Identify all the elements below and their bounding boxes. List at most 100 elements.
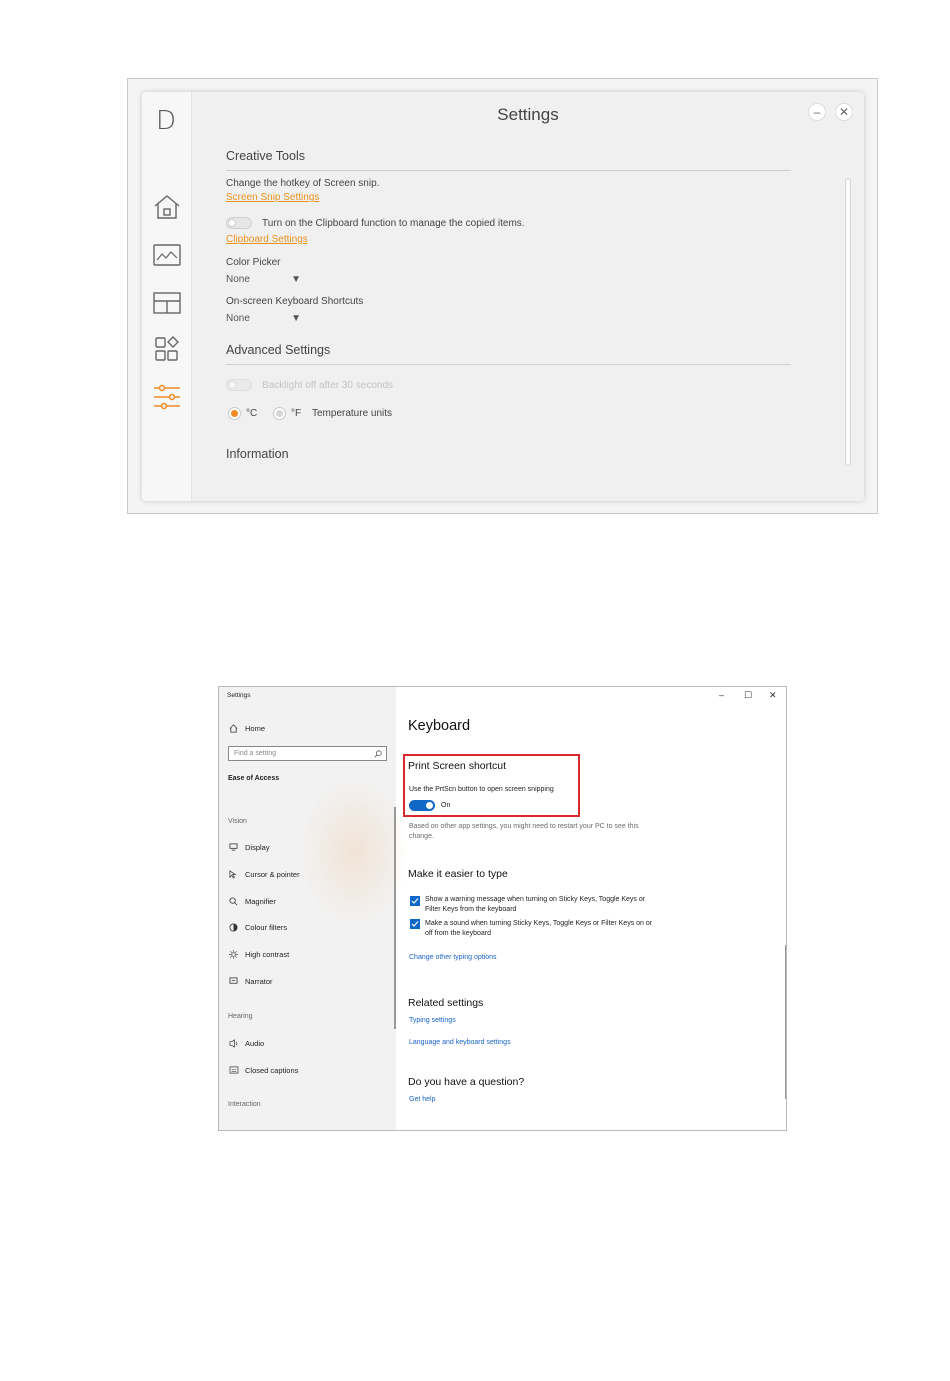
toggle-knob: [426, 802, 433, 809]
sidebar-item-closed-captions[interactable]: Closed captions: [228, 1064, 298, 1076]
maximize-button[interactable]: ☐: [744, 690, 752, 701]
colour-filter-icon: [229, 922, 238, 932]
close-button[interactable]: ✕: [835, 103, 853, 121]
nav-layout[interactable]: [151, 287, 183, 319]
osk-select[interactable]: None ▼: [226, 313, 301, 324]
window-title: Settings: [497, 105, 559, 124]
screen-snip-settings-link[interactable]: Screen Snip Settings: [226, 192, 319, 203]
group-interaction: Interaction: [228, 1101, 261, 1108]
sidebar-item-cursor[interactable]: Cursor & pointer: [228, 868, 300, 880]
information-heading: Information: [226, 447, 289, 461]
clipboard-settings-link[interactable]: Clipboard Settings: [226, 234, 308, 245]
home-icon: [229, 723, 238, 733]
sound-checkbox[interactable]: [410, 919, 420, 929]
sidebar-item-label: Display: [245, 842, 270, 852]
warning-checkbox-label: Show a warning message when turning on S…: [425, 896, 646, 913]
sidebar-item-colour-filters[interactable]: Colour filters: [228, 921, 287, 933]
sidebar-item-label: Colour filters: [245, 922, 288, 932]
osk-label: On-screen Keyboard Shortcuts: [226, 296, 364, 307]
sidebar-item-label: Home: [245, 723, 266, 733]
advanced-settings-heading: Advanced Settings: [226, 343, 791, 365]
search-icon: [374, 750, 382, 758]
narrator-icon: [229, 977, 238, 984]
layout-icon: [153, 292, 181, 314]
nav-photo[interactable]: [151, 239, 183, 271]
sidebar-item-label: Audio: [245, 1038, 265, 1048]
cursor-icon: [229, 869, 237, 879]
dropdown-arrow-icon: ▼: [291, 313, 301, 324]
temperature-units-label: Temperature units: [312, 408, 393, 419]
toggle-knob: [228, 219, 236, 227]
backlight-toggle[interactable]: [226, 379, 252, 391]
sidebar-item-high-contrast[interactable]: High contrast: [228, 948, 289, 960]
fahrenheit-radio[interactable]: [273, 407, 286, 420]
sidebar-item-label: High contrast: [245, 949, 290, 959]
minimize-button[interactable]: –: [808, 103, 826, 121]
question-heading: Do you have a question?: [408, 1076, 525, 1088]
sidebar-item-label: Magnifier: [245, 896, 276, 906]
sidebar-item-label: Narrator: [245, 976, 273, 986]
sidebar-item-magnifier[interactable]: Magnifier: [228, 895, 276, 907]
minimize-button[interactable]: –: [719, 690, 724, 700]
toggle-knob: [228, 381, 236, 389]
color-picker-select[interactable]: None ▼: [226, 274, 301, 285]
checkmark-icon: [411, 898, 419, 904]
photo-icon: [153, 244, 181, 266]
get-help-link[interactable]: Get help: [409, 1096, 435, 1103]
nav-rail: D: [142, 92, 192, 501]
sun-icon: [229, 949, 238, 959]
sidebar-item-home[interactable]: Home: [228, 722, 265, 734]
monitor-icon: [229, 843, 238, 851]
clipboard-toggle-label: Turn on the Clipboard function to manage…: [262, 218, 525, 229]
sound-checkbox-label: Make a sound when turning Sticky Keys, T…: [425, 920, 653, 937]
sidebar-scrollbar[interactable]: [394, 807, 396, 1029]
sidebar-item-label: Cursor & pointer: [245, 869, 300, 879]
restart-note: Based on other app settings, you might n…: [409, 823, 639, 840]
scrollbar[interactable]: [845, 178, 851, 466]
apps-icon: [155, 336, 179, 361]
warning-checkbox[interactable]: [410, 896, 420, 906]
search-placeholder: Find a setting: [234, 750, 277, 757]
typing-options-link[interactable]: Change other typing options: [409, 954, 497, 961]
hotkey-text: Change the hotkey of Screen snip.: [226, 178, 380, 189]
related-settings-heading: Related settings: [408, 997, 484, 1009]
print-screen-description: Use the PrtScn button to open screen sni…: [409, 786, 554, 793]
sidebar-item-audio[interactable]: Audio: [228, 1037, 264, 1049]
speaker-icon: [229, 1038, 237, 1048]
sidebar-item-label: Closed captions: [245, 1065, 299, 1075]
sidebar: Settings Home Find a setting Ease of Acc…: [219, 687, 409, 1130]
app-logo: D: [156, 106, 177, 136]
fahrenheit-label: °F: [291, 408, 302, 419]
sliders-icon: [154, 384, 180, 410]
toggle-state-label: On: [441, 802, 451, 809]
nav-apps[interactable]: [151, 333, 183, 365]
screenshot-windows-settings: Settings Home Find a setting Ease of Acc…: [218, 686, 787, 1131]
sidebar-item-narrator[interactable]: Narrator: [228, 975, 273, 987]
celsius-radio[interactable]: [228, 407, 241, 420]
main-scrollbar[interactable]: [785, 945, 786, 1099]
language-keyboard-link[interactable]: Language and keyboard settings: [409, 1039, 511, 1046]
nav-home[interactable]: [151, 191, 183, 223]
nav-settings[interactable]: [151, 381, 183, 413]
print-screen-toggle[interactable]: [409, 800, 435, 811]
color-picker-label: Color Picker: [226, 257, 281, 268]
home-icon: [154, 195, 180, 219]
sidebar-glow: [299, 777, 409, 927]
settings-window: D Settings – ✕ Creative Tools Change the…: [142, 92, 864, 501]
category-title: Ease of Access: [228, 775, 280, 782]
sidebar-item-display[interactable]: Display: [228, 841, 270, 853]
group-hearing: Hearing: [228, 1013, 253, 1020]
dropdown-arrow-icon: ▼: [291, 274, 301, 285]
search-input[interactable]: Find a setting: [228, 746, 387, 761]
clipboard-toggle[interactable]: [226, 217, 252, 229]
creative-tools-heading: Creative Tools: [226, 149, 791, 171]
magnifier-icon: [229, 896, 238, 905]
typing-settings-link[interactable]: Typing settings: [409, 1017, 456, 1024]
captions-icon: [229, 1066, 238, 1074]
osk-value: None: [226, 313, 250, 324]
close-button[interactable]: ✕: [769, 690, 777, 701]
celsius-label: °C: [246, 408, 258, 419]
color-picker-value: None: [226, 274, 250, 285]
checkmark-icon: [411, 921, 419, 927]
print-screen-heading: Print Screen shortcut: [408, 760, 507, 772]
